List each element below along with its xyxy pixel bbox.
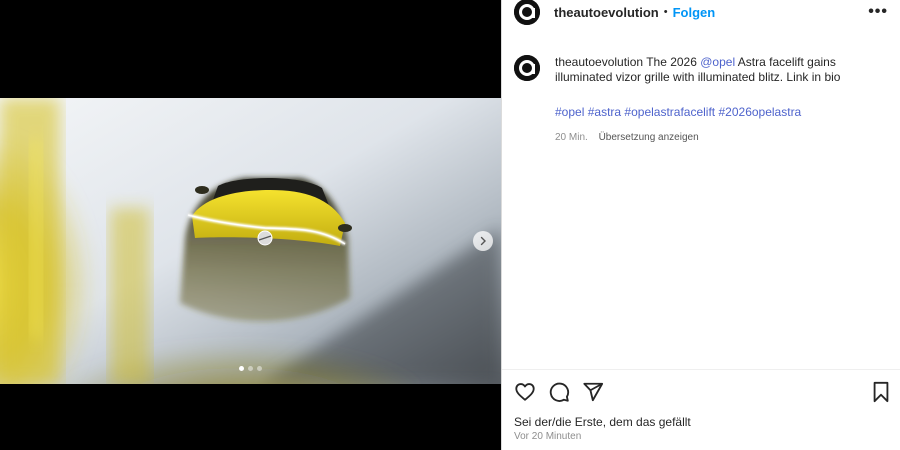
instagram-post: theautoevolution • Folgen ••• theautoevo… <box>0 0 900 450</box>
bookmark-icon[interactable] <box>870 381 892 403</box>
action-bar <box>514 381 892 403</box>
carousel-next-button[interactable] <box>473 231 493 251</box>
hashtags: #opel #astra #opelastrafacelift #2026ope… <box>555 105 888 120</box>
separator: • <box>663 6 668 18</box>
translate-link[interactable]: Übersetzung anzeigen <box>599 132 699 143</box>
caption: theautoevolution The 2026 @opel Astra fa… <box>514 55 888 145</box>
hashtag-link[interactable]: #astra <box>588 105 621 119</box>
carousel-dot[interactable] <box>248 366 253 371</box>
mention-link[interactable]: @opel <box>700 55 735 69</box>
comment-icon[interactable] <box>548 381 570 403</box>
more-options-icon[interactable]: ••• <box>868 3 888 21</box>
post-media <box>0 0 501 450</box>
caption-meta: 20 Min. Übersetzung anzeigen <box>555 130 888 145</box>
likes-text[interactable]: Sei der/die Erste, dem das gefällt <box>514 415 691 429</box>
hashtag-link[interactable]: #2026opelastra <box>719 105 802 119</box>
hashtag-link[interactable]: #opelastrafacelift <box>624 105 715 119</box>
heart-icon[interactable] <box>514 381 536 403</box>
post-header: theautoevolution • Folgen ••• <box>502 0 900 25</box>
brand-logo-icon <box>514 55 540 81</box>
carousel-dots <box>0 366 501 371</box>
carousel-dot[interactable] <box>257 366 262 371</box>
follow-button[interactable]: Folgen <box>673 5 716 20</box>
carousel-dot-active[interactable] <box>239 366 244 371</box>
share-icon[interactable] <box>582 381 604 403</box>
caption-text: theautoevolution The 2026 @opel Astra fa… <box>555 55 888 145</box>
post-sidebar: theautoevolution • Folgen ••• theautoevo… <box>501 0 900 450</box>
post-photo <box>0 98 501 384</box>
hashtag-link[interactable]: #opel <box>555 105 584 119</box>
caption-time: 20 Min. <box>555 132 588 143</box>
post-timestamp: Vor 20 Minuten <box>514 431 582 442</box>
brand-logo-icon <box>514 0 540 25</box>
caption-username[interactable]: theautoevolution <box>555 55 643 69</box>
actions-area: Sei der/die Erste, dem das gefällt Vor 2… <box>502 369 900 450</box>
caption-avatar[interactable] <box>514 55 540 81</box>
chevron-right-icon <box>480 236 486 246</box>
avatar[interactable] <box>514 0 540 25</box>
caption-text-part: The 2026 <box>643 55 701 69</box>
header-username[interactable]: theautoevolution <box>554 5 659 20</box>
